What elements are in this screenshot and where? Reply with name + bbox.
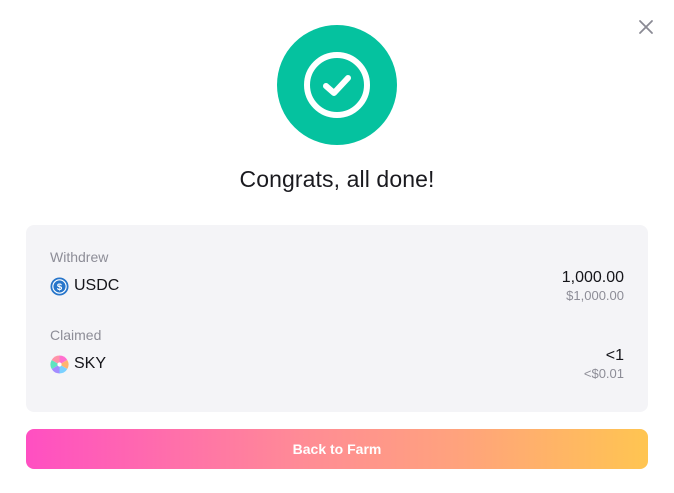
close-icon[interactable]: [636, 17, 656, 37]
claimed-label: Claimed: [50, 327, 102, 343]
withdrew-token-name: USDC: [74, 277, 120, 294]
svg-text:$: $: [57, 281, 63, 292]
withdrew-label: Withdrew: [50, 249, 109, 265]
check-circle-icon: [277, 25, 397, 145]
withdrew-token: $ USDC: [50, 276, 119, 296]
claimed-token-name: SKY: [74, 355, 107, 372]
withdrew-amount: 1,000.00: [561, 269, 624, 286]
claimed-token: SKY: [50, 354, 106, 374]
claimed-amount: <1: [605, 347, 624, 364]
transaction-summary: Withdrew $ USDC 1,000.00 $1,000.00 Claim…: [26, 225, 648, 412]
sky-icon: [50, 354, 69, 374]
dialog-title: Congrats, all done!: [239, 166, 435, 192]
back-to-farm-button[interactable]: Back to Farm: [26, 429, 648, 469]
checkmark-icon: [304, 52, 370, 118]
success-dialog: Congrats, all done! Withdrew $ USDC 1,00…: [0, 0, 674, 493]
usdc-icon: $: [50, 276, 69, 296]
claimed-usd-value: <$0.01: [583, 366, 624, 381]
withdrew-usd-value: $1,000.00: [566, 288, 624, 303]
